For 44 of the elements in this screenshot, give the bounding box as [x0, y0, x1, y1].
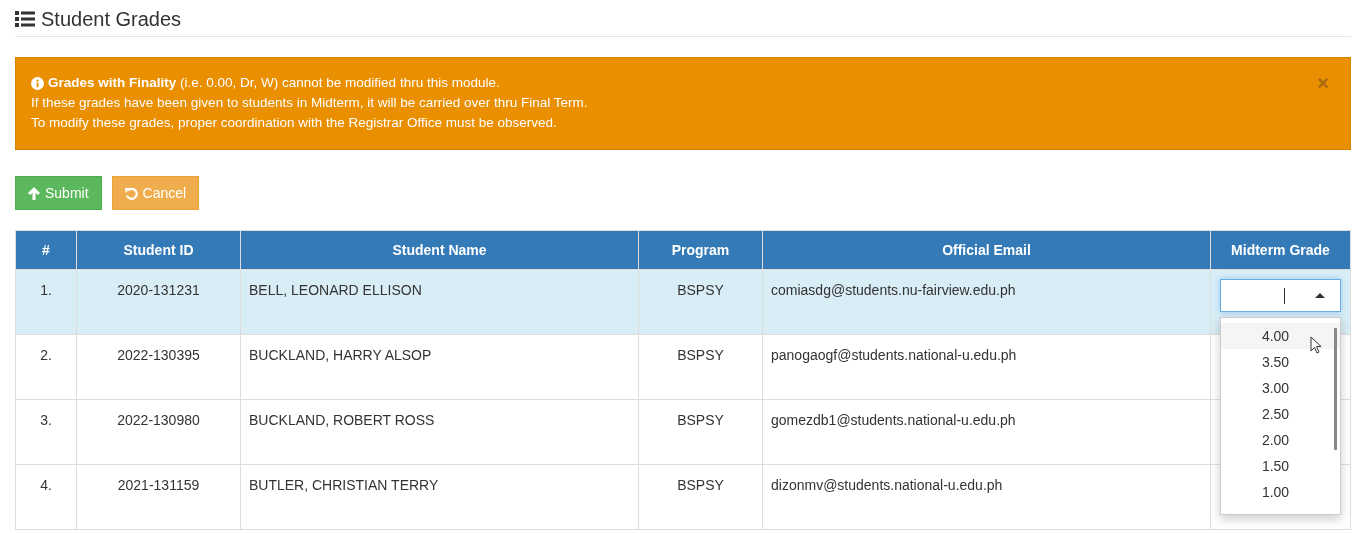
dropdown-option[interactable]: 2.50: [1221, 401, 1340, 427]
alert-message: If these grades have been given to students in Midterm, it will be carried over thru Final Term.: [31, 94, 588, 112]
table-cell: gomezdb1@students.national-u.edu.ph: [762, 399, 1211, 465]
table-cell: 3.: [15, 399, 77, 465]
arrow-up-icon: [28, 186, 40, 200]
dropdown-option[interactable]: 3.00: [1221, 375, 1340, 401]
table-cell: BSPSY: [638, 269, 763, 335]
undo-icon: [124, 186, 138, 200]
table-cell: 2022-130395: [76, 334, 241, 400]
column-header: Student Name: [240, 230, 639, 270]
mouse-pointer-icon: [1310, 336, 1322, 354]
column-header: Official Email: [762, 230, 1211, 270]
table-cell: 1.: [15, 269, 77, 335]
table-cell: BELL, LEONARD ELLISON: [240, 269, 639, 335]
list-icon: [15, 11, 35, 27]
table-cell: BUCKLAND, HARRY ALSOP: [240, 334, 639, 400]
table-cell: panogaogf@students.national-u.edu.ph: [762, 334, 1211, 400]
table-cell: BUTLER, CHRISTIAN TERRY: [240, 464, 639, 530]
page-title: Student Grades: [41, 7, 182, 31]
scrollbar[interactable]: [1334, 328, 1337, 450]
table-cell: 2022-130980: [76, 399, 241, 465]
dropdown-option[interactable]: 2.00: [1221, 427, 1340, 453]
column-header: #: [15, 230, 77, 270]
table-cell: BUCKLAND, ROBERT ROSS: [240, 399, 639, 465]
column-header: Program: [638, 230, 763, 270]
table-cell: 2.: [15, 334, 77, 400]
dropdown-option[interactable]: 3.50: [1221, 349, 1340, 375]
table-cell: 4.: [15, 464, 77, 530]
table-cell: BSPSY: [638, 399, 763, 465]
table-cell: 2020-131231: [76, 269, 241, 335]
dropdown-option[interactable]: 4.00: [1221, 323, 1340, 349]
alert-message: To modify these grades, proper coordination with the Registrar Office must be observed.: [31, 114, 558, 132]
table-cell: comiasdg@students.nu-fairview.edu.ph: [762, 269, 1211, 335]
info-icon: [31, 76, 44, 90]
table-cell: BSPSY: [638, 464, 763, 530]
column-header: Midterm Grade: [1210, 230, 1351, 270]
caret-up-icon: [1315, 293, 1325, 298]
dropdown-option[interactable]: 1.50: [1221, 453, 1340, 479]
table-cell: 2021-131159: [76, 464, 241, 530]
alert-message: Grades with Finality (i.e. 0.00, Dr, W) cannot be modified thru this module.: [48, 74, 500, 92]
column-header: Student ID: [76, 230, 241, 270]
grade-select[interactable]: [1220, 279, 1341, 312]
table-cell: BSPSY: [638, 334, 763, 400]
table-cell: dizonmv@students.national-u.edu.ph: [762, 464, 1211, 530]
